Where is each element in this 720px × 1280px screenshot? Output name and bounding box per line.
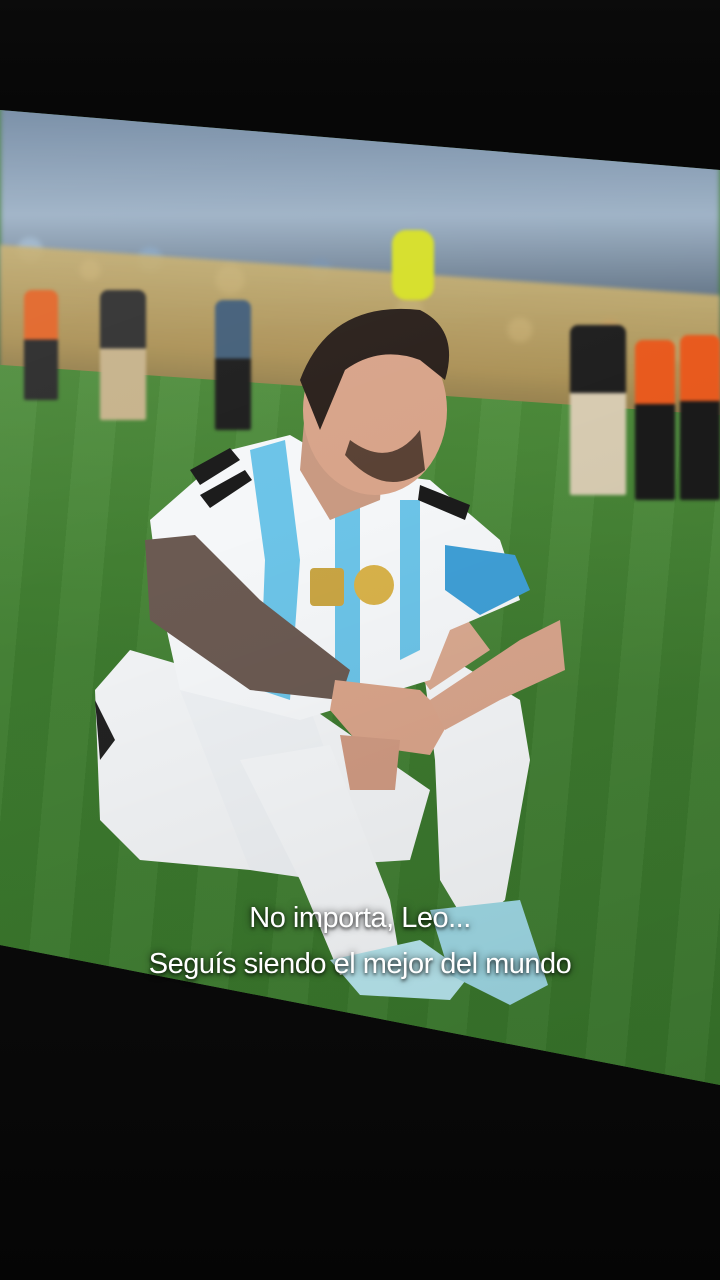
video-frame: No importa, Leo... Seguís siendo el mejo… (0, 0, 720, 1280)
tv-screen (0, 110, 720, 1085)
caption-line-2: Seguís siendo el mejor del mundo (148, 948, 572, 980)
caption-line-1: No importa, Leo... (249, 902, 471, 934)
seated-player (95, 308, 565, 1005)
